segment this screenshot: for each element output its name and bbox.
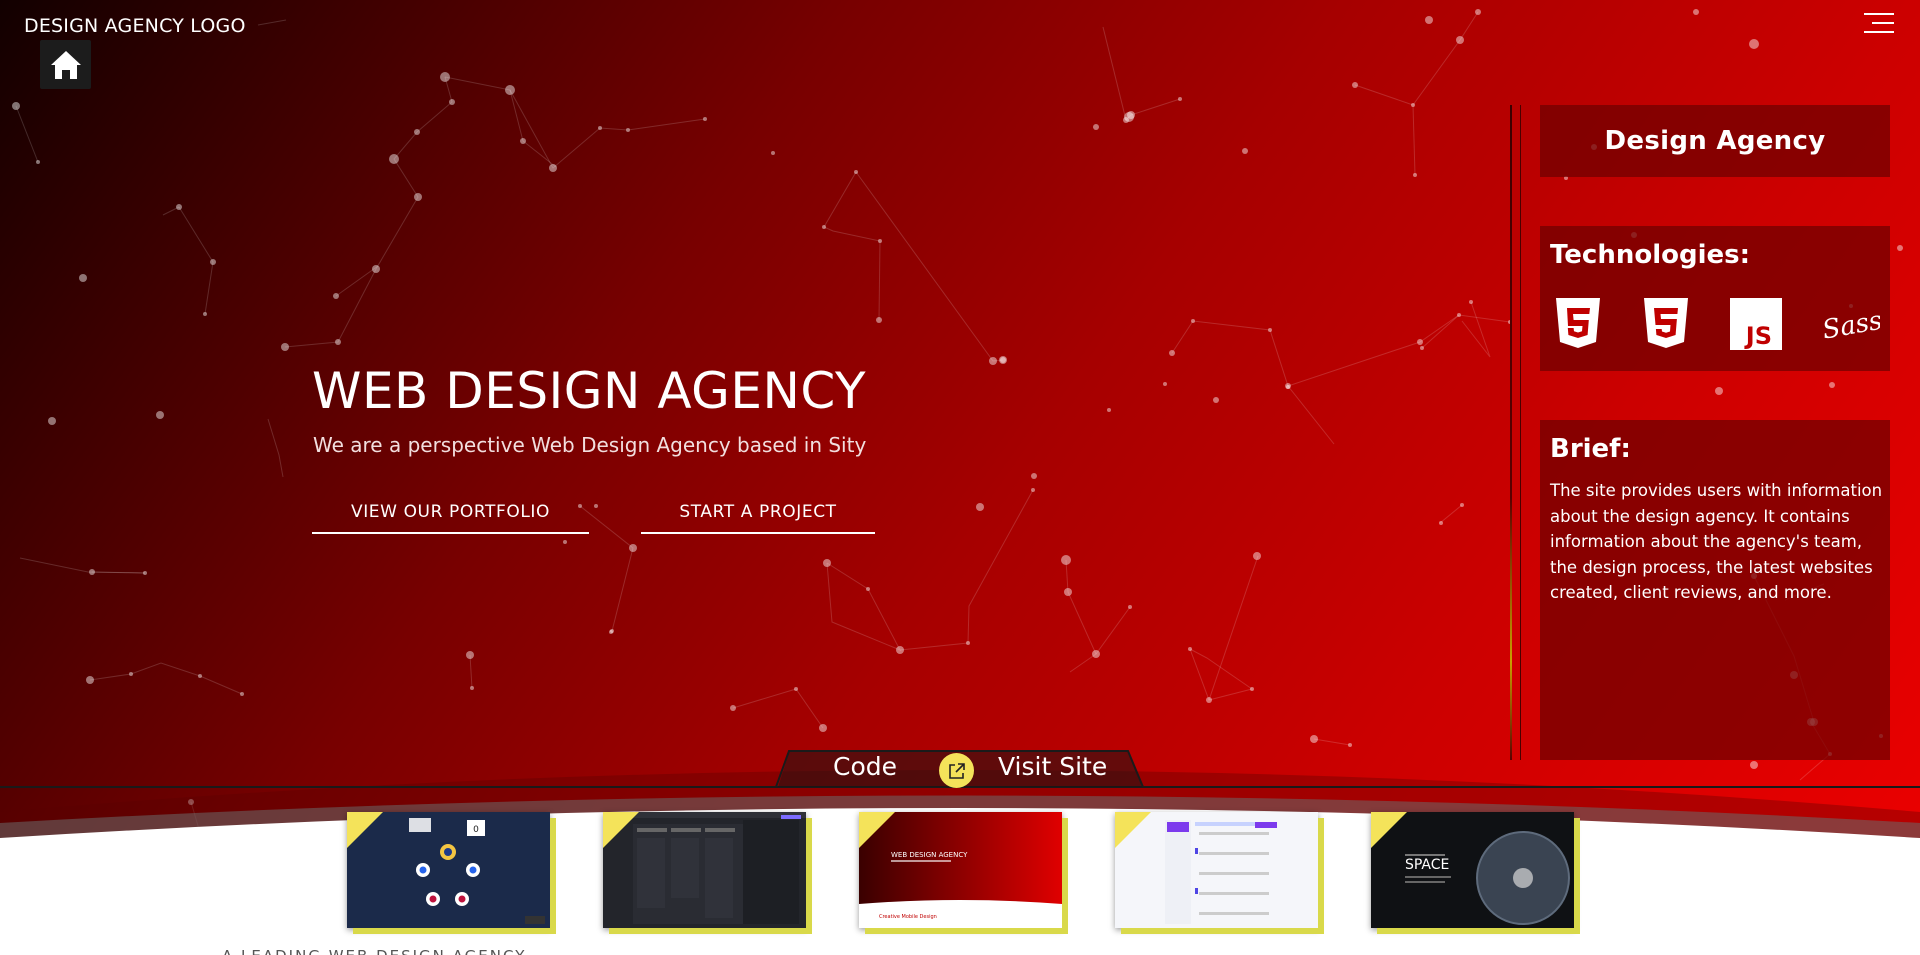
project-thumbnail-2[interactable] — [603, 812, 806, 928]
svg-text:SPACE: SPACE — [1405, 857, 1449, 873]
code-link[interactable]: Code — [833, 752, 897, 781]
technologies-list: JS Sass — [1550, 296, 1880, 352]
site-logo[interactable]: DESIGN AGENCY LOGO — [24, 15, 246, 37]
css3-icon — [1644, 298, 1688, 348]
svg-text:WEB DESIGN AGENCY: WEB DESIGN AGENCY — [891, 851, 968, 859]
project-thumbnail-3[interactable]: WEB DESIGN AGENCY Creative Mobile Design — [859, 812, 1062, 928]
svg-text:JS: JS — [1744, 322, 1772, 350]
home-icon — [50, 50, 81, 79]
project-thumbnail-4[interactable] — [1115, 812, 1318, 928]
project-thumbnail-5[interactable]: SPACE — [1371, 812, 1574, 928]
view-portfolio-button[interactable]: VIEW OUR PORTFOLIO — [312, 492, 589, 534]
panel-divider — [1510, 105, 1512, 760]
hamburger-menu-icon[interactable] — [1864, 13, 1896, 37]
javascript-icon: JS — [1730, 298, 1782, 350]
brief-text: The site provides users with information… — [1550, 481, 1883, 603]
svg-text:0: 0 — [473, 825, 479, 835]
project-name: Design Agency — [1604, 126, 1826, 156]
svg-text:Creative Mobile Design: Creative Mobile Design — [879, 914, 937, 920]
technologies-title: Technologies: — [1550, 240, 1751, 270]
start-project-button[interactable]: START A PROJECT — [641, 492, 875, 534]
svg-text:Sass: Sass — [1820, 306, 1880, 346]
visit-site-link[interactable]: Visit Site — [998, 752, 1107, 781]
panel-divider-thin — [1520, 105, 1521, 760]
technologies-card: Technologies: JS Sass — [1540, 226, 1890, 371]
sass-icon: Sass — [1820, 306, 1880, 346]
html5-icon — [1556, 298, 1600, 348]
external-link-icon — [948, 762, 965, 779]
footer-teaser-heading: A LEADING WEB DESIGN AGENCY — [222, 947, 526, 955]
project-name-card: Design Agency — [1540, 105, 1890, 177]
project-thumbnail-1[interactable]: 0 — [347, 812, 550, 928]
hero-title: WEB DESIGN AGENCY — [312, 362, 866, 420]
home-button[interactable] — [40, 40, 91, 89]
hero-subtitle: We are a perspective Web Design Agency b… — [313, 433, 867, 457]
external-link-button[interactable] — [939, 753, 974, 788]
brief-title: Brief: — [1550, 434, 1631, 464]
brief-card: Brief: The site provides users with info… — [1540, 420, 1890, 760]
